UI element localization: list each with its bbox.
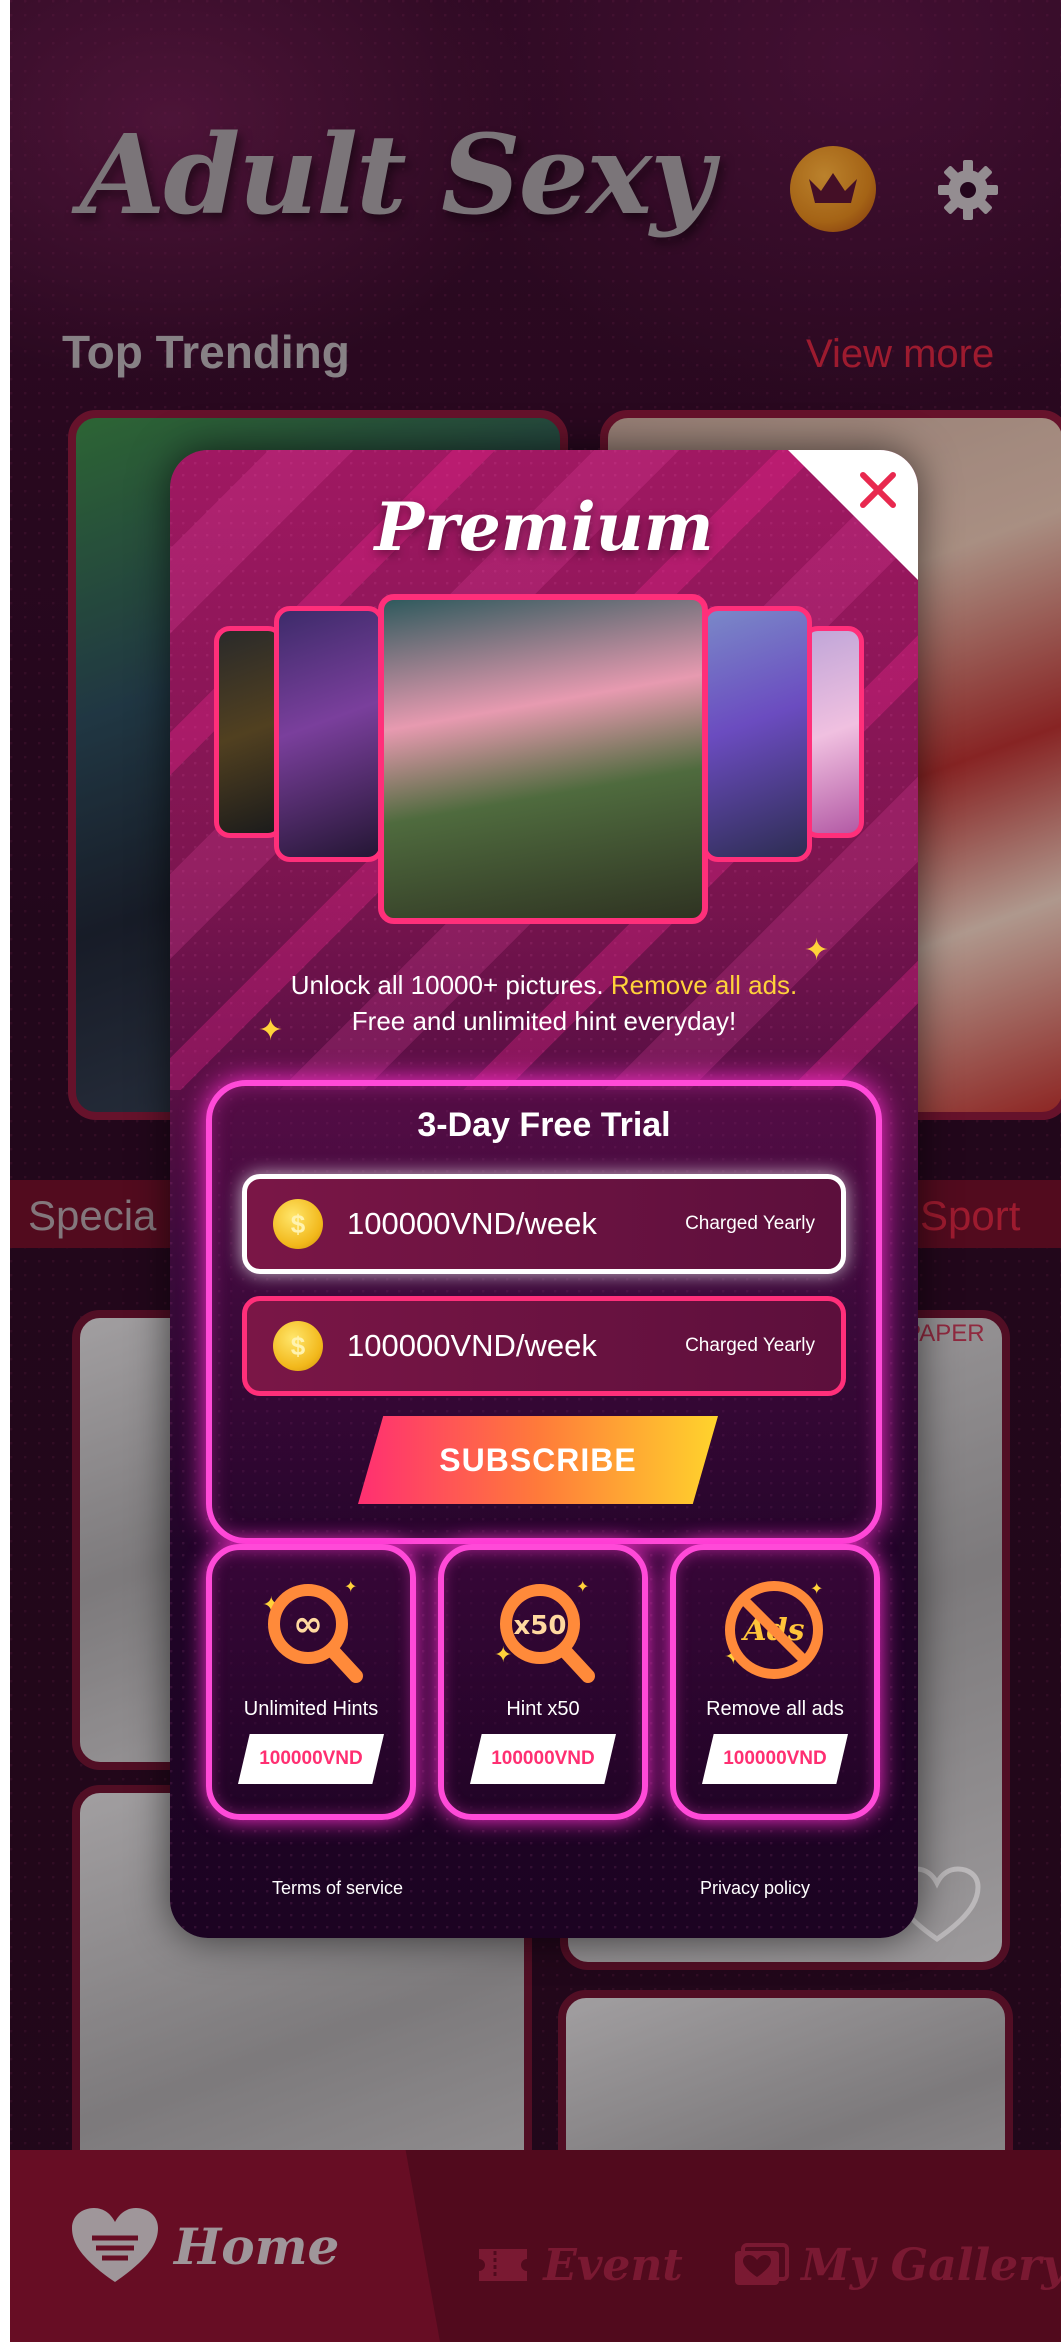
preview-thumbnail — [274, 606, 384, 862]
plan-option-selected[interactable]: $ 100000VND/week Charged Yearly — [242, 1174, 846, 1274]
offer-hint-x50[interactable]: ✦ ✦ x50 Hint x50 100000VND — [438, 1544, 648, 1820]
plan-price: 100000VND/week — [347, 1328, 597, 1363]
free-trial-panel: 3-Day Free Trial $ 100000VND/week Charge… — [206, 1080, 882, 1544]
x50-magnifier-icon: ✦ ✦ x50 — [444, 1572, 642, 1692]
offer-unlimited-hints[interactable]: ✦ ✦ ∞ Unlimited Hints 100000VND — [206, 1544, 416, 1820]
coin-icon: $ — [273, 1199, 323, 1249]
offer-label: Remove all ads — [706, 1698, 844, 1720]
preview-thumbnail-featured — [378, 594, 708, 924]
infinity-magnifier-icon: ✦ ✦ ∞ — [212, 1572, 410, 1692]
terms-of-service-link[interactable]: Terms of service — [272, 1878, 403, 1899]
svg-text:✦: ✦ — [344, 1577, 357, 1596]
premium-modal: Premium ✦ ✦ Unlock all 10000+ pictures. … — [170, 450, 918, 1938]
offer-price-button[interactable]: 100000VND — [702, 1734, 848, 1784]
offer-label: Hint x50 — [506, 1698, 580, 1720]
offer-remove-ads[interactable]: ✦ ✦ Ads Remove all ads 100000VND — [670, 1544, 880, 1820]
sparkle-icon: ✦ — [804, 933, 830, 968]
offer-label: Unlimited Hints — [243, 1698, 379, 1720]
trial-title: 3-Day Free Trial — [417, 1106, 671, 1144]
svg-text:✦: ✦ — [810, 1579, 823, 1598]
description-line-1: Unlock all 10000+ pictures. Remove all a… — [170, 970, 918, 1001]
plan-price: 100000VND/week — [347, 1206, 597, 1241]
offer-price-button[interactable]: 100000VND — [238, 1734, 384, 1784]
description-highlight: Remove all ads. — [610, 970, 798, 1000]
plan-option[interactable]: $ 100000VND/week Charged Yearly — [242, 1296, 846, 1396]
plan-billing-note: Charged Yearly — [685, 1335, 815, 1356]
privacy-policy-link[interactable]: Privacy policy — [700, 1878, 810, 1899]
app-screen: Adult Sexy Top Trending View more Specia… — [10, 0, 1061, 2342]
description-line-2: Free and unlimited hint everyday! — [351, 1006, 737, 1036]
plan-billing-note: Charged Yearly — [685, 1213, 815, 1234]
svg-text:∞: ∞ — [293, 1604, 323, 1645]
no-ads-icon: ✦ ✦ Ads — [676, 1572, 874, 1692]
offer-price-button[interactable]: 100000VND — [470, 1734, 616, 1784]
svg-text:✦: ✦ — [576, 1577, 589, 1596]
modal-title: Premium — [374, 488, 714, 566]
preview-thumbnail — [702, 606, 812, 862]
description-text: Unlock all 10000+ pictures. — [290, 970, 611, 1000]
svg-text:x50: x50 — [514, 1611, 567, 1641]
subscribe-button[interactable]: SUBSCRIBE — [358, 1416, 718, 1504]
coin-icon: $ — [273, 1321, 323, 1371]
